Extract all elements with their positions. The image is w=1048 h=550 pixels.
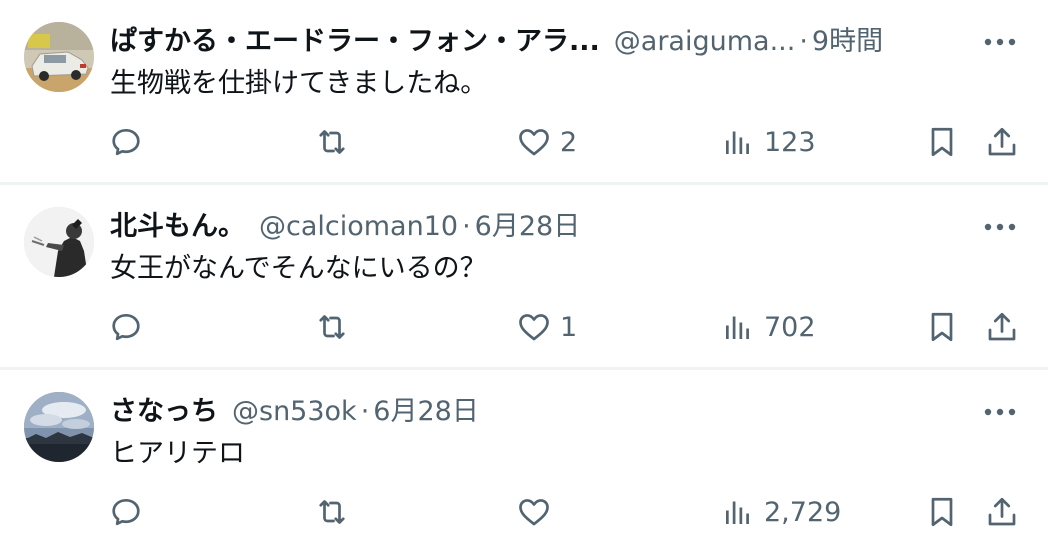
- avatar-image: [24, 22, 94, 92]
- retweet-button[interactable]: [314, 488, 358, 536]
- separator-dot: ·: [799, 26, 808, 57]
- views-bar-chart-icon: [726, 501, 749, 524]
- retweet-icon: [319, 500, 345, 524]
- views-button[interactable]: 702: [720, 303, 816, 351]
- tweet[interactable]: ぱすかる・エードラー・フォン・アラ... @araiguma... · 9時間 …: [0, 0, 1048, 185]
- timestamp[interactable]: 9時間: [812, 21, 883, 63]
- timestamp[interactable]: 6月28日: [475, 206, 581, 248]
- tweet-text: ヒアリテロ: [110, 438, 245, 469]
- retweet-icon: [319, 130, 345, 154]
- heart-icon: [519, 314, 549, 341]
- more-horizontal-icon: [984, 408, 1016, 416]
- more-options-button[interactable]: [982, 26, 1018, 58]
- bookmark-icon: [931, 312, 953, 342]
- reply-button[interactable]: [108, 488, 152, 536]
- share-icon: [988, 312, 1016, 341]
- tweet[interactable]: さなっち @sn53ok · 6月28日 ヒアリテロ 2,729: [0, 370, 1048, 550]
- like-button[interactable]: 1: [516, 303, 577, 351]
- views-button[interactable]: 2,729: [720, 488, 841, 536]
- reply-icon: [112, 313, 140, 341]
- bookmark-button[interactable]: [924, 118, 960, 166]
- bookmark-button[interactable]: [924, 303, 960, 351]
- bookmark-icon: [931, 497, 953, 527]
- avatar[interactable]: [24, 22, 94, 92]
- timestamp[interactable]: 6月28日: [373, 391, 479, 433]
- view-count: 702: [764, 311, 816, 343]
- display-name[interactable]: ぱすかる・エードラー・フォン・アラ...: [110, 21, 600, 63]
- tweet-header: ぱすかる・エードラー・フォン・アラ... @araiguma... · 9時間: [110, 21, 958, 63]
- views-bar-chart-icon: [726, 131, 749, 154]
- bookmark-icon: [931, 127, 953, 157]
- avatar-image: [24, 392, 94, 462]
- action-bar: 2 123: [0, 118, 1048, 166]
- share-icon: [988, 497, 1016, 526]
- bookmark-button[interactable]: [924, 488, 960, 536]
- retweet-icon: [319, 315, 345, 339]
- tweet-text: 生物戦を仕掛けてきましたね。: [110, 68, 488, 99]
- share-icon: [988, 127, 1016, 156]
- separator-dot: ·: [360, 396, 370, 427]
- user-handle[interactable]: @araiguma...: [614, 21, 796, 63]
- views-button[interactable]: 123: [720, 118, 816, 166]
- tweet-header: 北斗もん。 @calcioman10 · 6月28日: [110, 206, 958, 248]
- more-options-button[interactable]: [982, 396, 1018, 428]
- reply-button[interactable]: [108, 118, 152, 166]
- reply-icon: [112, 498, 140, 526]
- view-count: 2,729: [764, 496, 842, 528]
- share-button[interactable]: [984, 303, 1020, 351]
- like-button[interactable]: [516, 488, 560, 536]
- share-button[interactable]: [984, 488, 1020, 536]
- display-name[interactable]: 北斗もん。: [110, 206, 245, 248]
- retweet-button[interactable]: [314, 118, 358, 166]
- view-count: 123: [764, 126, 816, 158]
- avatar-image: [24, 207, 94, 277]
- avatar[interactable]: [24, 207, 94, 277]
- retweet-button[interactable]: [314, 303, 358, 351]
- heart-icon: [519, 499, 549, 526]
- separator-dot: ·: [462, 211, 471, 242]
- more-options-button[interactable]: [982, 211, 1018, 243]
- tweet[interactable]: 北斗もん。 @calcioman10 · 6月28日 女王がなんでそんなにいるの…: [0, 185, 1048, 370]
- more-horizontal-icon: [984, 223, 1016, 231]
- like-button[interactable]: 2: [516, 118, 577, 166]
- action-bar: 1 702: [0, 303, 1048, 351]
- heart-icon: [519, 129, 549, 156]
- like-count: 2: [560, 126, 578, 158]
- reply-button[interactable]: [108, 303, 152, 351]
- user-handle[interactable]: @calcioman10: [259, 206, 458, 248]
- display-name[interactable]: さなっち: [110, 391, 218, 433]
- tweet-header: さなっち @sn53ok · 6月28日: [110, 391, 958, 433]
- user-handle[interactable]: @sn53ok: [232, 391, 357, 433]
- avatar[interactable]: [24, 392, 94, 462]
- reply-icon: [112, 128, 140, 156]
- more-horizontal-icon: [984, 38, 1016, 46]
- action-bar: 2,729: [0, 488, 1048, 536]
- views-bar-chart-icon: [726, 316, 749, 339]
- tweet-text: 女王がなんでそんなにいるの？: [110, 253, 487, 284]
- share-button[interactable]: [984, 118, 1020, 166]
- like-count: 1: [560, 311, 578, 343]
